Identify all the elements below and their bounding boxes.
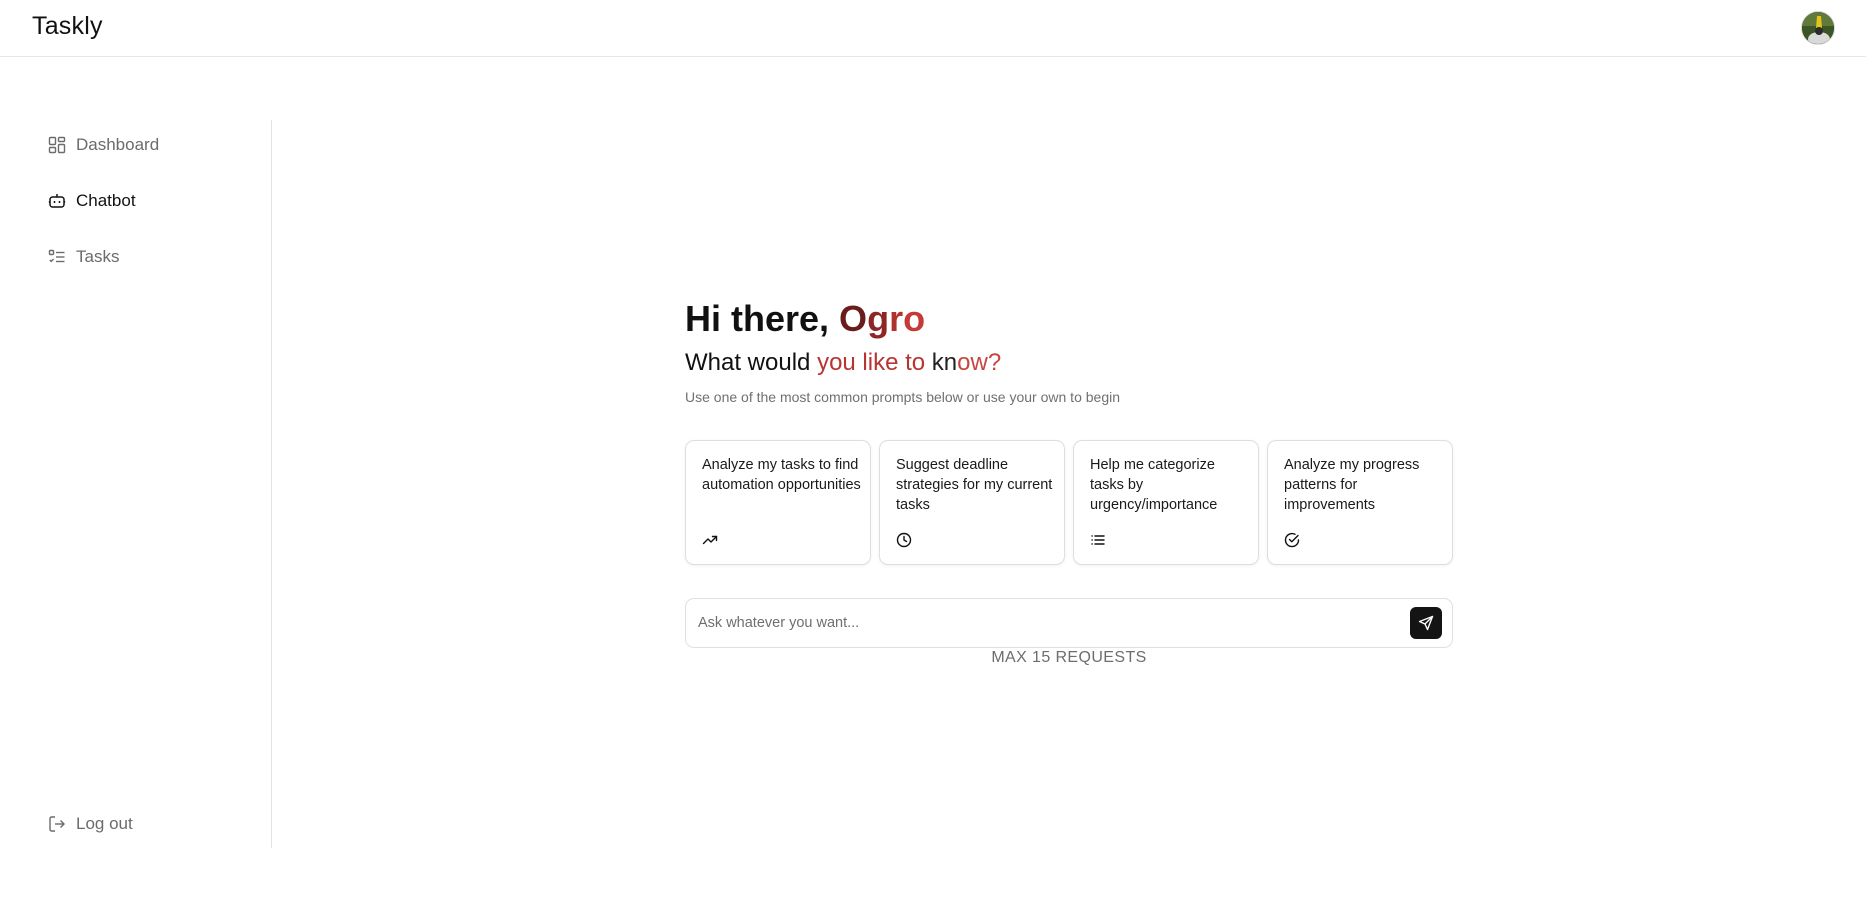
bot-icon	[48, 192, 66, 210]
prompt-card[interactable]: Analyze my tasks to find automation oppo…	[685, 440, 871, 565]
name-letter: O	[839, 298, 868, 339]
name-letter: g	[867, 298, 890, 339]
prompt-card-text: Suggest deadline strategies for my curre…	[896, 457, 1053, 513]
sidebar-item-dashboard[interactable]: Dashboard	[48, 132, 159, 158]
prompt-card-text: Help me categorize tasks by urgency/impo…	[1090, 457, 1218, 513]
prompt-card[interactable]: Analyze my progress patterns for improve…	[1267, 440, 1453, 565]
chat-input[interactable]	[698, 599, 1388, 647]
sidebar-item-chatbot[interactable]: Chatbot	[48, 188, 136, 214]
send-button[interactable]	[1410, 607, 1442, 639]
subtitle-accent: you like to	[817, 349, 926, 376]
sidebar-item-tasks[interactable]: Tasks	[48, 244, 119, 270]
list-icon	[1090, 532, 1106, 548]
sidebar-item-label: Chatbot	[76, 191, 136, 210]
request-limit-text: MAX 15 REQUESTS	[991, 649, 1147, 666]
prompt-card-text: Analyze my progress patterns for improve…	[1284, 457, 1420, 513]
top-bar: Taskly	[0, 0, 1866, 57]
name-letter: r	[889, 298, 904, 339]
prompt-card[interactable]: Help me categorize tasks by urgency/impo…	[1073, 440, 1259, 565]
dashboard-icon	[48, 136, 66, 154]
logout-button[interactable]: Log out	[48, 811, 133, 837]
user-avatar[interactable]	[1801, 11, 1835, 45]
send-icon	[1418, 615, 1434, 631]
chat-input-box	[685, 598, 1453, 648]
greeting-heading: Hi there, Ogro	[685, 298, 925, 340]
trending-up-icon	[702, 532, 718, 548]
prompt-card-text: Analyze my tasks to find automation oppo…	[702, 457, 861, 493]
sidebar-item-label: Tasks	[76, 247, 120, 266]
subtitle-part: What would	[685, 349, 818, 376]
subtitle: What would you like to know?	[685, 349, 1001, 377]
greeting-prefix: Hi there,	[685, 298, 840, 339]
greeting-name: Ogro	[839, 298, 925, 339]
sidebar-item-label: Dashboard	[76, 135, 160, 154]
subtitle-accent: ow?	[957, 349, 1002, 376]
clock-icon	[896, 532, 912, 548]
logout-icon	[48, 815, 66, 833]
logout-label: Log out	[76, 814, 133, 833]
brand-logo[interactable]: Taskly	[32, 12, 103, 41]
name-letter: o	[903, 298, 926, 339]
subtitle-part: kn	[925, 349, 958, 376]
sidebar: Dashboard Chatbot Tasks Log out	[0, 120, 272, 848]
prompt-card[interactable]: Suggest deadline strategies for my curre…	[879, 440, 1065, 565]
prompt-cards: Analyze my tasks to find automation oppo…	[685, 440, 1455, 565]
check-circle-icon	[1284, 532, 1300, 548]
hint-text: Use one of the most common prompts below…	[685, 389, 1120, 405]
tasks-list-icon	[48, 248, 66, 266]
